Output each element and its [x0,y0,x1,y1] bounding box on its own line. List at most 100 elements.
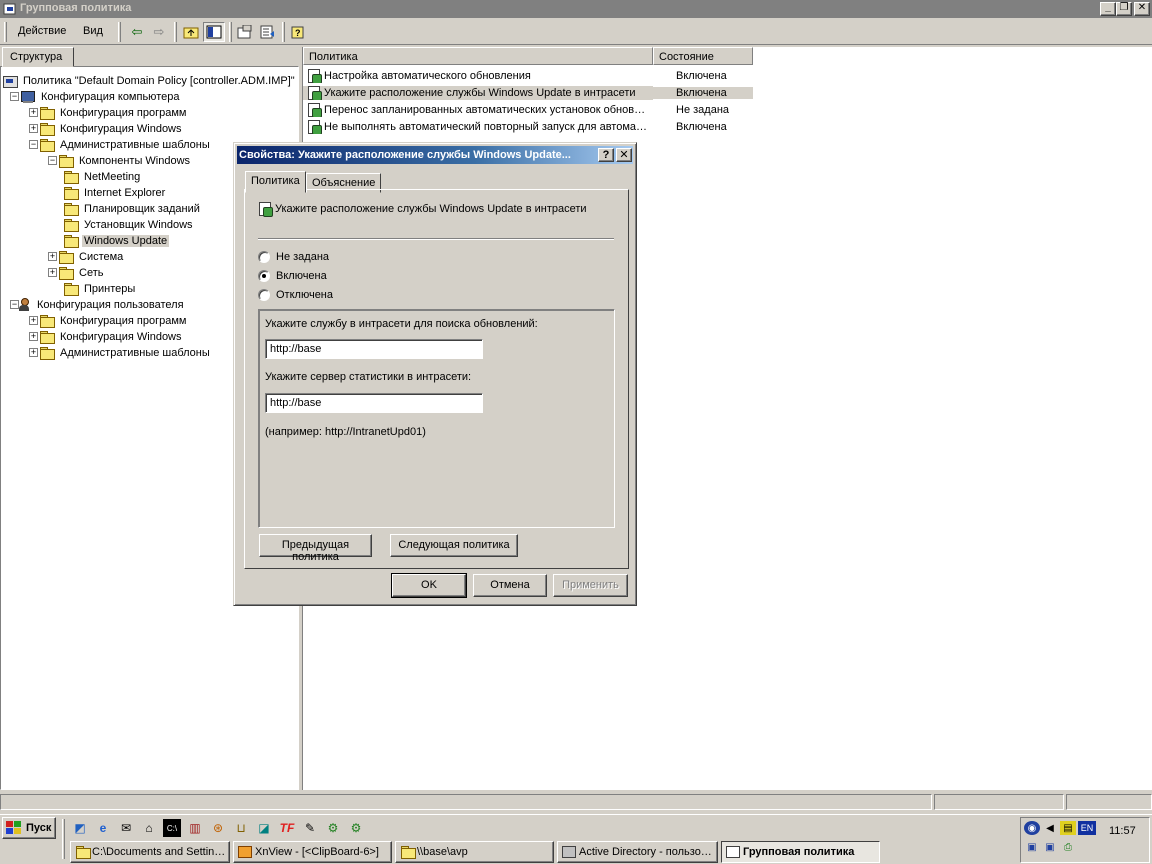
internet-explorer-icon[interactable]: e [94,819,112,837]
tree-item[interactable]: Принтеры [63,281,137,297]
tree-item[interactable]: Установщик Windows [63,217,195,233]
script-icon[interactable]: ✎ [301,819,319,837]
tree-expander[interactable]: + [29,332,38,341]
volume-icon[interactable]: ◀ [1042,821,1058,835]
help-icon[interactable]: ? [288,22,310,42]
tree-expander[interactable]: + [29,348,38,357]
radio-dot[interactable] [258,251,270,263]
policy-name: Укажите расположение службы Windows Upda… [275,203,587,215]
task-active-directory[interactable]: Active Directory - пользо… [557,841,718,863]
task-network-share[interactable]: \\base\avp [395,841,554,863]
radio-not-configured[interactable]: Не задана [258,251,329,263]
tree-item[interactable]: Административные шаблоны [39,345,212,361]
dialog-close-button[interactable]: ✕ [616,148,632,162]
show-desktop-icon[interactable]: ◩ [71,819,89,837]
forward-arrow-icon[interactable]: ⇨ [148,22,170,42]
tree-expander[interactable]: + [29,124,38,133]
dialog-title-bar[interactable]: Свойства: Укажите расположение службы Wi… [237,146,633,164]
dialog-help-button[interactable]: ? [598,148,614,162]
tree-item[interactable]: Конфигурация программ [39,105,188,121]
table-row[interactable]: Настройка автоматического обновления Вклю… [303,67,753,84]
folder-icon [63,171,79,184]
radio-dot[interactable] [258,289,270,301]
tab-structure[interactable]: Структура [2,47,74,67]
table-row[interactable]: Перенос запланированных автоматических у… [303,101,753,118]
radio-disabled[interactable]: Отключена [258,289,333,301]
tree-item[interactable]: Конфигурация компьютера [20,89,181,105]
tree-expander[interactable]: + [48,268,57,277]
back-arrow-icon[interactable]: ⇦ [126,22,148,42]
network-connection-icon[interactable]: ▣ [1042,840,1058,854]
cancel-button[interactable]: Отмена [473,574,547,597]
radio-dot[interactable] [258,270,270,282]
tree-expander[interactable]: + [29,316,38,325]
tree-item[interactable]: Internet Explorer [63,185,167,201]
task-xnview[interactable]: XnView - [<ClipBoard-6>] [233,841,392,863]
tree-item[interactable]: Конфигурация пользователя [16,297,186,313]
policy-setting-icon [307,102,322,117]
window-title-bar[interactable]: Групповая политика _ ❐ ✕ [0,0,1152,18]
restore-button[interactable]: ❐ [1116,2,1132,16]
table-row[interactable]: Укажите расположение службы Windows Upda… [303,84,753,101]
editor-icon[interactable]: ◪ [255,819,273,837]
monitor-icon[interactable]: ◉ [1024,821,1040,835]
properties-icon[interactable] [234,22,256,42]
printer-icon[interactable]: ⎙ [1060,840,1076,854]
tree-item[interactable]: Компоненты Windows [58,153,192,169]
settings-icon[interactable]: ⚙ [347,819,365,837]
tree-item[interactable]: Административные шаблоны [39,137,212,153]
status-bar [0,792,1152,812]
manage-icon[interactable]: ⚙ [324,819,342,837]
taskbar-grip[interactable] [62,819,65,859]
minimize-button[interactable]: _ [1100,2,1116,16]
update-service-input[interactable]: http://base [265,339,483,359]
tools-icon[interactable]: ⊔ [232,819,250,837]
tree-expander[interactable]: − [29,140,38,149]
close-button[interactable]: ✕ [1134,2,1150,16]
language-indicator[interactable]: EN [1078,821,1096,835]
task-explorer[interactable]: C:\Documents and Settin… [70,841,230,863]
tree-expander[interactable]: + [29,108,38,117]
tree-expander[interactable]: + [48,252,57,261]
outlook-icon[interactable]: ✉ [117,819,135,837]
toolbar-grip[interactable] [118,22,121,42]
start-button[interactable]: Пуск [2,817,56,839]
column-header-policy[interactable]: Политика [303,47,653,65]
tree-item[interactable]: NetMeeting [63,169,142,185]
tree-item[interactable]: Планировщик заданий [63,201,202,217]
menu-view[interactable]: Вид [83,25,103,37]
menu-action[interactable]: Действие [18,25,66,37]
tree-item[interactable]: Политика "Default Domain Policy [control… [2,73,297,89]
network-icon[interactable]: ⌂ [140,819,158,837]
tree-item[interactable]: Конфигурация программ [39,313,188,329]
apply-button[interactable]: Применить [553,574,628,597]
book-icon[interactable]: ▥ [186,819,204,837]
tree-item[interactable]: Система [58,249,125,265]
toolbar-grip[interactable] [4,22,7,42]
tree-item-label: Конфигурация программ [60,315,187,327]
network-connection-icon[interactable]: ▣ [1024,840,1040,854]
tree-item[interactable]: Сеть [58,265,105,281]
export-list-icon[interactable] [257,22,279,42]
table-row[interactable]: Не выполнять автоматический повторный за… [303,118,753,135]
column-header-state[interactable]: Состояние [653,47,753,65]
prev-policy-button[interactable]: Предыдущая политика [259,534,372,563]
up-folder-icon[interactable] [180,22,202,42]
notepad-icon[interactable]: ▤ [1060,821,1076,835]
firewall-icon[interactable]: ⊛ [209,819,227,837]
tree-expander[interactable]: − [48,156,57,165]
tf-icon[interactable]: TF [278,819,296,837]
tree-expander[interactable]: − [10,92,19,101]
tab-policy[interactable]: Политика [245,171,306,193]
command-prompt-icon[interactable]: C:\ [163,819,181,837]
clock[interactable]: 11:57 [1109,825,1136,837]
next-policy-button[interactable]: Следующая политика [390,534,518,557]
tree-item[interactable]: Конфигурация Windows [39,329,184,345]
tree-item[interactable]: Windows Update [63,233,170,249]
tree-item[interactable]: Конфигурация Windows [39,121,184,137]
radio-enabled[interactable]: Включена [258,270,327,282]
ok-button[interactable]: OK [391,573,467,598]
task-group-policy[interactable]: Групповая политика [721,841,880,863]
stats-server-input[interactable]: http://base [265,393,483,413]
show-hide-tree-icon[interactable] [203,22,225,42]
